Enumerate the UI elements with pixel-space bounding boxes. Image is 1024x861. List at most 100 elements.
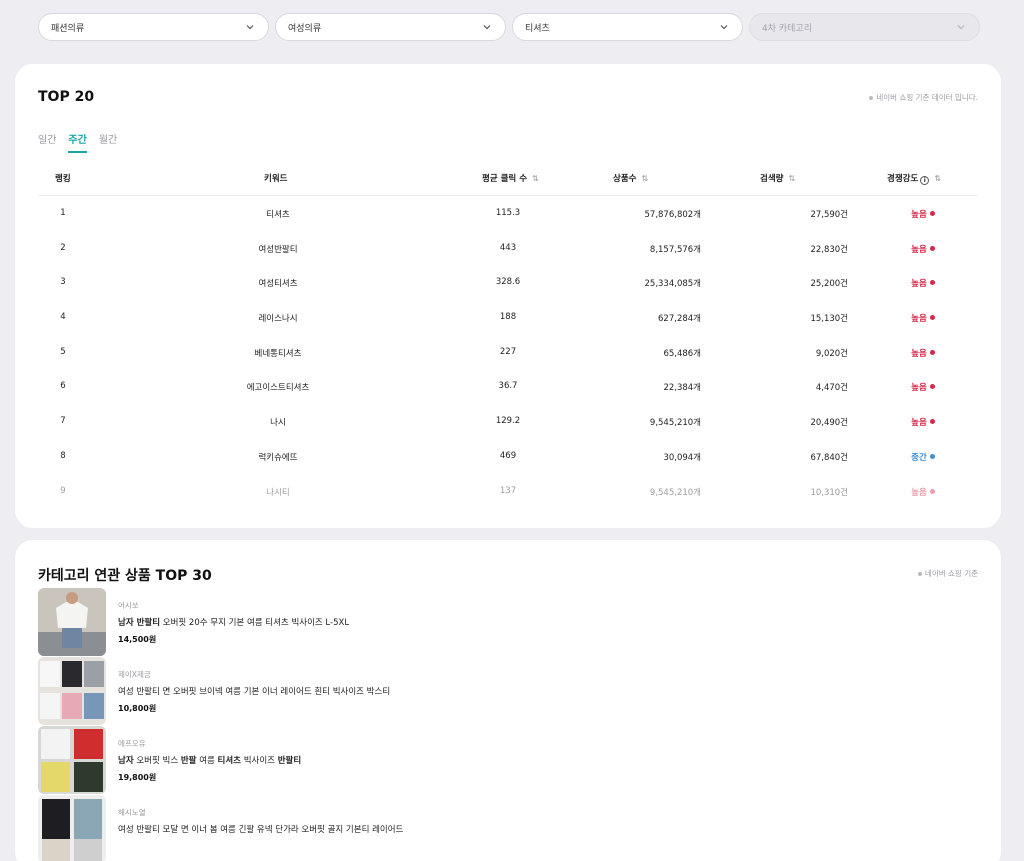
search-volume-cell: 25,200건 — [810, 279, 848, 290]
top20-source-note-text: 네이버 쇼핑 기준 데이터 입니다. — [876, 93, 978, 102]
tab-monthly[interactable]: 월간 — [99, 131, 117, 153]
competition-dot-icon — [929, 349, 935, 355]
competition-cell: 높음 — [893, 208, 953, 220]
product-thumbnail[interactable] — [38, 657, 106, 725]
product-name[interactable]: 남자 오버핏 빅스 반팔 여름 티셔츠 빅사이즈 반팔티 — [118, 754, 301, 766]
table-row[interactable]: 6 에고이스트티셔츠 36.7 22,384개 4,470건 높음 — [38, 368, 978, 403]
table-row[interactable]: 7 나시 129.2 9,545,210개 20,490건 높음 — [38, 403, 978, 438]
keyword-cell[interactable]: 나시티 — [198, 486, 358, 498]
tab-daily[interactable]: 일간 — [38, 131, 56, 153]
products-cell: 25,334,085개 — [644, 279, 702, 290]
competition-label: 높음 — [911, 383, 927, 394]
product-info: 제이X제금 여성 반팔티 면 오버핏 브이넥 여름 기본 이너 레이어드 흰티 빅… — [118, 669, 390, 714]
table-header: 랭킹 키워드 평균 클릭 수 ⇅ 상품수 ⇅ 검색량 ⇅ 경쟁강도 i ⇅ — [38, 170, 978, 196]
top20-title: TOP 20 — [38, 89, 95, 105]
product-name-part: 오버핏 20수 무지 기본 여름 티셔츠 빅사이즈 L-5XL — [160, 618, 350, 628]
category-select-3[interactable]: 티셔츠 — [512, 13, 743, 41]
table-row[interactable]: 3 여성티셔츠 328.6 25,334,085개 25,200건 높음 — [38, 264, 978, 299]
product-item[interactable]: 해시노열여성 반팔티 모달 면 이너 봄 여름 긴팔 유넥 단가라 오버핏 골지… — [38, 795, 978, 861]
sort-icon[interactable]: ⇅ — [641, 174, 648, 183]
category-select-4: 4차 카테고리 — [749, 13, 980, 41]
product-thumbnail[interactable] — [38, 795, 106, 861]
products-cell: 30,094개 — [663, 452, 701, 463]
sort-icon[interactable]: ⇅ — [934, 174, 941, 183]
products-cell: 57,876,802개 — [644, 210, 702, 220]
header-rank: 랭킹 — [55, 172, 71, 184]
table-row[interactable]: 5 베네통티셔츠 227 65,486개 9,020건 높음 — [38, 334, 978, 369]
product-item[interactable]: 어시쏘 남자 반팔티 오버핏 20수 무지 기본 여름 티셔츠 빅사이즈 L-5X… — [38, 588, 978, 657]
avg-click-cell: 137 — [499, 485, 517, 496]
category-select-2-label: 여성의류 — [288, 23, 322, 34]
product-item[interactable]: 에프오유 남자 오버핏 빅스 반팔 여름 티셔츠 빅사이즈 반팔티 19,800원 — [38, 726, 978, 795]
product-name-part: 반팔티 — [277, 756, 302, 766]
search-volume-cell: 10,310건 — [810, 487, 848, 498]
competition-cell: 높음 — [893, 243, 953, 255]
top20-card: TOP 20 네이버 쇼핑 기준 데이터 입니다. 일간 주간 월간 랭킹 키워… — [15, 64, 1001, 528]
product-name-part: 티셔츠 — [217, 756, 242, 766]
bullet-icon — [917, 572, 922, 576]
table-row[interactable]: 9 나시티 137 9,545,210개 10,310건 높음 — [38, 473, 978, 508]
header-search: 검색량 ⇅ — [760, 172, 795, 184]
keyword-cell[interactable]: 베네통티셔츠 — [198, 347, 358, 359]
avg-click-cell: 115.3 — [495, 208, 521, 218]
info-icon[interactable]: i — [920, 176, 930, 185]
keyword-cell[interactable]: 여성티셔츠 — [198, 277, 358, 289]
product-price: 10,800원 — [118, 704, 157, 713]
rank-cell: 2 — [60, 242, 66, 253]
table-row[interactable]: 4 레이스나시 188 627,284개 15,130건 높음 — [38, 299, 978, 334]
top30-source-note-text: 네이버 쇼핑 기준 — [924, 569, 978, 578]
product-item[interactable]: 제이X제금 여성 반팔티 면 오버핏 브이넥 여름 기본 이너 레이어드 흰티 빅… — [38, 657, 978, 726]
sort-icon[interactable]: ⇅ — [788, 174, 795, 183]
product-name-part: 빅사이즈 — [241, 756, 278, 766]
competition-cell: 높음 — [893, 486, 953, 498]
product-seller: 해시노열 — [118, 808, 146, 817]
competition-cell: 높음 — [893, 347, 953, 359]
keyword-cell[interactable]: 여성반팔티 — [198, 243, 358, 255]
keyword-cell[interactable]: 에고이스트티셔츠 — [198, 381, 358, 393]
category-select-1[interactable]: 패션의류 — [38, 13, 269, 41]
table-row[interactable]: 2 여성반팔티 443 8,157,576개 22,830건 높음 — [38, 230, 978, 265]
product-name[interactable]: 여성 반팔티 면 오버핏 브이넥 여름 기본 이너 레이어드 흰티 빅사이즈 박… — [118, 685, 390, 697]
avg-click-cell: 328.6 — [495, 277, 521, 288]
competition-label: 높음 — [911, 487, 927, 498]
product-name[interactable]: 남자 반팔티 오버핏 20수 무지 기본 여름 티셔츠 빅사이즈 L-5XL — [118, 616, 349, 628]
competition-dot-icon — [929, 488, 935, 494]
category-select-1-label: 패션의류 — [51, 23, 85, 34]
product-name-part: 오버핏 빅스 — [133, 756, 181, 766]
table-row[interactable]: 1 티셔츠 115.3 57,876,802개 27,590건 높음 — [38, 195, 978, 230]
category-select-2[interactable]: 여성의류 — [275, 13, 506, 41]
competition-label: 중간 — [911, 452, 927, 463]
product-thumbnail[interactable] — [38, 726, 106, 794]
header-keyword: 키워드 — [264, 172, 287, 184]
sort-icon[interactable]: ⇅ — [532, 174, 539, 183]
competition-cell: 중간 — [893, 451, 953, 463]
header-products: 상품수 ⇅ — [613, 172, 648, 184]
header-search-label: 검색량 — [760, 174, 784, 184]
keyword-cell[interactable]: 럭키슈에뜨 — [198, 451, 358, 463]
product-name[interactable]: 여성 반팔티 모달 면 이너 봄 여름 긴팔 유넥 단가라 오버핏 골지 기본티… — [118, 823, 403, 835]
product-thumbnail[interactable] — [38, 588, 106, 656]
avg-click-cell: 129.2 — [495, 416, 521, 427]
category-select-4-label: 4차 카테고리 — [762, 23, 812, 34]
category-select-3-label: 티셔츠 — [525, 23, 550, 34]
search-volume-cell: 22,830건 — [810, 244, 848, 255]
chevron-down-icon — [244, 21, 256, 33]
table-row[interactable]: 8 럭키슈에뜨 469 30,094개 67,840건 중간 — [38, 438, 978, 473]
top30-title: 카테고리 연관 상품 TOP 30 — [38, 568, 212, 584]
rank-cell: 3 — [60, 277, 66, 288]
products-cell: 8,157,576개 — [649, 244, 701, 255]
competition-dot-icon — [929, 280, 935, 286]
competition-label: 높음 — [911, 418, 927, 429]
header-competition-label: 경쟁강도 — [887, 174, 919, 184]
chevron-down-icon — [718, 21, 730, 33]
keyword-cell[interactable]: 티셔츠 — [198, 208, 358, 220]
rank-cell: 8 — [60, 450, 66, 461]
tab-weekly[interactable]: 주간 — [68, 131, 87, 153]
competition-label: 높음 — [911, 348, 927, 359]
product-list: 어시쏘 남자 반팔티 오버핏 20수 무지 기본 여름 티셔츠 빅사이즈 L-5X… — [38, 588, 978, 861]
keyword-cell[interactable]: 레이스나시 — [198, 312, 358, 324]
keyword-cell[interactable]: 나시 — [198, 416, 358, 428]
competition-dot-icon — [929, 453, 935, 459]
competition-label: 높음 — [911, 279, 927, 290]
products-cell: 9,545,210개 — [649, 487, 701, 498]
